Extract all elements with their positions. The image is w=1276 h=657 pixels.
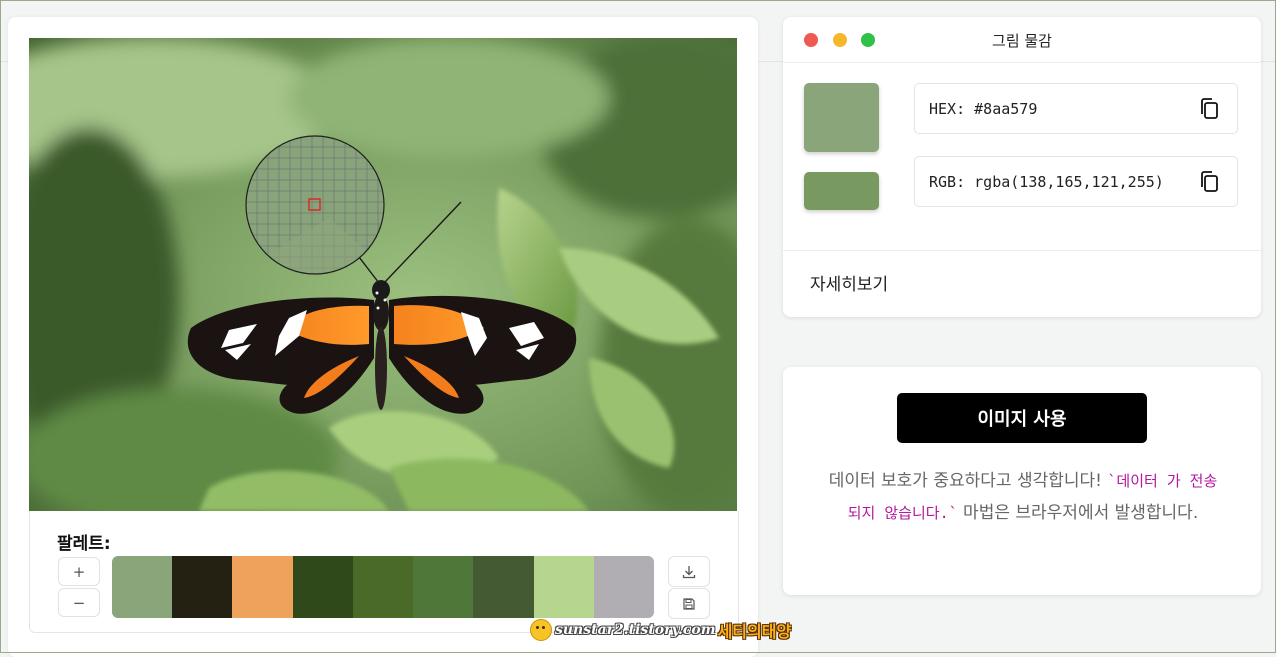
download-icon [682, 565, 696, 578]
minus-icon: − [72, 593, 86, 612]
secondary-color-swatch [804, 172, 879, 210]
plus-icon: + [72, 562, 86, 581]
palette-swatch[interactable] [232, 556, 293, 618]
palette-swatch[interactable] [292, 556, 353, 618]
palette-swatch[interactable] [352, 556, 414, 618]
privacy-text: 데이터 보호가 중요하다고 생각합니다! [828, 471, 1108, 491]
color-picker-window: 그림 물감 HEX: #8aa579 RGB: rgba(138,165,121… [783, 17, 1261, 317]
privacy-text-end: 마법은 브라우저에서 발생합니다. [957, 503, 1199, 523]
save-palette-button[interactable] [668, 588, 710, 619]
palette-swatch[interactable] [593, 556, 654, 618]
source-image[interactable] [29, 38, 737, 511]
window-title: 그림 물감 [992, 32, 1052, 50]
rgb-value: RGB: rgba(138,165,121,255) [929, 173, 1164, 191]
palette-swatch[interactable] [533, 556, 594, 618]
palette-swatch[interactable] [112, 556, 173, 618]
smiley-icon [530, 619, 552, 641]
add-color-button[interactable]: + [58, 557, 100, 586]
watermark-name: 세티의태양 [717, 622, 792, 641]
details-link[interactable]: 자세히보기 [810, 270, 888, 295]
copy-icon[interactable] [1199, 97, 1221, 121]
details-divider [783, 250, 1261, 251]
palette-swatch[interactable] [172, 556, 233, 618]
privacy-note: 데이터 보호가 중요하다고 생각합니다! `데이터 가 전송되지 않습니다.` … [823, 465, 1223, 529]
palette-swatch[interactable] [473, 556, 534, 618]
palette-swatch[interactable] [413, 556, 474, 618]
title-divider [783, 62, 1261, 63]
remove-color-button[interactable]: − [58, 588, 100, 617]
download-palette-button[interactable] [668, 556, 710, 587]
copy-icon[interactable] [1199, 170, 1221, 194]
watermark-url: sunstar2.tistory.com [555, 622, 716, 638]
palette-section: 팔레트: + − [29, 511, 739, 633]
hex-value: HEX: #8aa579 [929, 100, 1038, 118]
use-image-button[interactable]: 이미지 사용 [897, 393, 1147, 443]
palette-swatches [112, 556, 654, 618]
rgb-field[interactable]: RGB: rgba(138,165,121,255) [914, 156, 1238, 207]
save-icon [683, 597, 695, 610]
watermark: sunstar2.tistory.com 세티의태양 [530, 618, 791, 642]
selected-color-swatch [804, 83, 879, 152]
cta-card: 이미지 사용 데이터 보호가 중요하다고 생각합니다! `데이터 가 전송되지 … [783, 367, 1261, 595]
palette-label: 팔레트: [57, 534, 111, 554]
hex-field[interactable]: HEX: #8aa579 [914, 83, 1238, 134]
